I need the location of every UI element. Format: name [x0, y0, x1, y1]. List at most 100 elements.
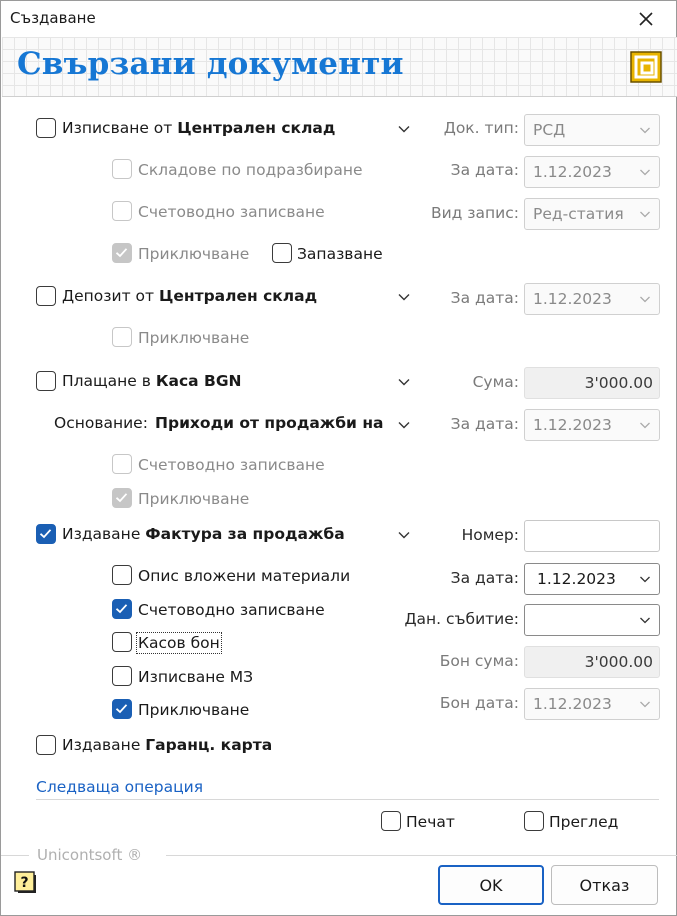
materials-list-checkbox[interactable] [112, 565, 132, 585]
close-icon [639, 12, 653, 26]
entry-type-value: Ред-статия [533, 205, 624, 223]
issue-invoice-checkbox[interactable] [36, 524, 56, 544]
date-label-1: За дата: [450, 161, 519, 179]
issue-invoice-label: Издаване Фактура за продажба [62, 525, 345, 543]
amount-field[interactable]: 3'000.00 [524, 367, 660, 399]
date-value-2: 1.12.2023 [533, 290, 612, 308]
number-label: Номер: [461, 526, 519, 544]
divider [1, 855, 29, 856]
basis-label: Основание: [54, 414, 148, 432]
preview-label: Преглед [549, 813, 619, 831]
receipt-date-value: 1.12.2023 [533, 695, 612, 713]
print-label: Печат [406, 813, 455, 831]
page-title: Свързани документи [17, 46, 404, 82]
title-bar: Създаване [1, 1, 676, 37]
ok-button[interactable]: OK [438, 865, 544, 905]
amount-label: Сума: [472, 373, 519, 391]
checkmark-icon [115, 604, 128, 614]
receipt-amount-label: Бон сума: [439, 652, 519, 670]
date-value-4: 1.12.2023 [537, 570, 616, 588]
entry-type-select[interactable]: Ред-статия [524, 198, 660, 230]
chevron-down-icon [398, 126, 410, 133]
receipt-date-label: Бон дата: [439, 694, 519, 712]
finish-label-2: Приключване [138, 329, 250, 347]
accounting-entry-label-3: Счетоводно записване [138, 456, 325, 474]
deposit-label: Депозит от Централен склад [62, 287, 318, 305]
divider [36, 799, 659, 800]
chevron-down-icon [640, 617, 650, 624]
tax-event-select[interactable] [524, 604, 660, 636]
receipt-amount-field[interactable]: 3'000.00 [524, 646, 660, 678]
date-field-2[interactable]: 1.12.2023 [524, 283, 660, 315]
date-field-3[interactable]: 1.12.2023 [524, 409, 660, 441]
write-off-store-dropdown[interactable] [390, 115, 418, 143]
warranty-card-checkbox[interactable] [36, 735, 56, 755]
basis-value: Приходи от продажби на с [155, 414, 389, 432]
finish-checkbox-3[interactable] [112, 488, 132, 508]
save-checkbox[interactable] [272, 243, 292, 263]
chevron-down-icon [398, 379, 410, 386]
dialog-window: Създаване Свързани документи Изписване о… [0, 0, 677, 916]
chevron-down-icon [398, 532, 410, 539]
date-label-2: За дата: [450, 289, 519, 307]
payment-cashbox-dropdown[interactable] [390, 368, 418, 396]
header-banner: Свързани документи [2, 37, 677, 97]
write-off-mz-label: Изписване МЗ [138, 668, 254, 686]
accounting-entry-checkbox-1[interactable] [112, 201, 132, 221]
chevron-down-icon [398, 294, 410, 301]
print-checkbox[interactable] [381, 811, 401, 831]
default-stores-checkbox[interactable] [112, 159, 132, 179]
amount-value: 3'000.00 [584, 374, 653, 392]
invoice-type-dropdown[interactable] [390, 521, 418, 549]
materials-list-label: Опис вложени материали [138, 567, 351, 585]
cancel-button[interactable]: Отказ [551, 865, 658, 905]
entry-type-label: Вид запис: [430, 204, 519, 222]
checkmark-icon [115, 704, 128, 714]
finish-checkbox-4[interactable] [112, 699, 132, 719]
finish-label-4: Приключване [138, 701, 250, 719]
vendor-label: Unicontsoft ® [37, 846, 143, 864]
help-icon: ? [14, 871, 36, 893]
next-operation-link[interactable]: Следваща операция [36, 778, 203, 796]
date-value-3: 1.12.2023 [533, 416, 612, 434]
finish-checkbox-2[interactable] [112, 327, 132, 347]
chevron-down-icon [640, 169, 650, 176]
accounting-entry-label-1: Счетоводно записване [138, 203, 325, 221]
checkmark-icon [115, 248, 128, 258]
doc-type-label: Док. тип: [443, 119, 519, 137]
basis-dropdown[interactable] [390, 411, 418, 439]
doc-type-value: РСД [533, 121, 566, 139]
finish-checkbox-1[interactable] [112, 243, 132, 263]
date-label-3: За дата: [450, 415, 519, 433]
app-logo-icon [630, 51, 662, 83]
write-off-mz-checkbox[interactable] [112, 666, 132, 686]
checkmark-icon [115, 493, 128, 503]
close-button[interactable] [624, 3, 668, 35]
accounting-entry-checkbox-3[interactable] [112, 454, 132, 474]
write-off-label: Изписване от Централен склад [62, 119, 336, 137]
number-input[interactable] [524, 520, 660, 552]
payment-checkbox[interactable] [36, 371, 56, 391]
chevron-down-icon [640, 576, 650, 583]
doc-type-select[interactable]: РСД [524, 114, 660, 146]
tax-event-label: Дан. събитие: [404, 610, 519, 628]
chevron-down-icon [640, 296, 650, 303]
chevron-down-icon [398, 422, 410, 429]
date-field-4[interactable]: 1.12.2023 [524, 563, 660, 595]
write-off-checkbox[interactable] [36, 118, 56, 138]
default-stores-label: Складове по подразбиране [138, 161, 363, 179]
receipt-date-field[interactable]: 1.12.2023 [524, 688, 660, 720]
receipt-amount-value: 3'000.00 [584, 653, 653, 671]
finish-label-1: Приключване [138, 245, 250, 263]
cash-receipt-checkbox[interactable] [112, 632, 132, 652]
help-button[interactable]: ? [13, 870, 37, 894]
date-field-1[interactable]: 1.12.2023 [524, 156, 660, 188]
accounting-entry-checkbox-4[interactable] [112, 599, 132, 619]
preview-checkbox[interactable] [524, 811, 544, 831]
date-label-4: За дата: [450, 569, 519, 587]
chevron-down-icon [640, 127, 650, 134]
payment-label: Плащане в Каса BGN [62, 372, 242, 390]
svg-text:?: ? [20, 875, 28, 891]
deposit-checkbox[interactable] [36, 286, 56, 306]
deposit-store-dropdown[interactable] [390, 283, 418, 311]
